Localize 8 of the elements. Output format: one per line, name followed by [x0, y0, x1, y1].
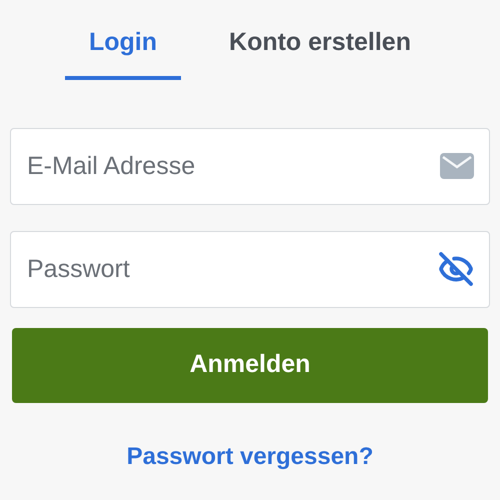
forgot-password-link[interactable]: Passwort vergessen? [126, 438, 374, 474]
tab[interactable]: Login [64, 20, 182, 80]
mail-icon [440, 153, 474, 179]
password-field[interactable]: Passwort [10, 230, 490, 308]
tab[interactable]: Konto erstellen [205, 20, 435, 80]
eye-off-icon[interactable] [438, 251, 474, 287]
email-field[interactable]: E-Mail Adresse [10, 128, 490, 204]
login-button[interactable]: Anmelden [12, 328, 488, 402]
